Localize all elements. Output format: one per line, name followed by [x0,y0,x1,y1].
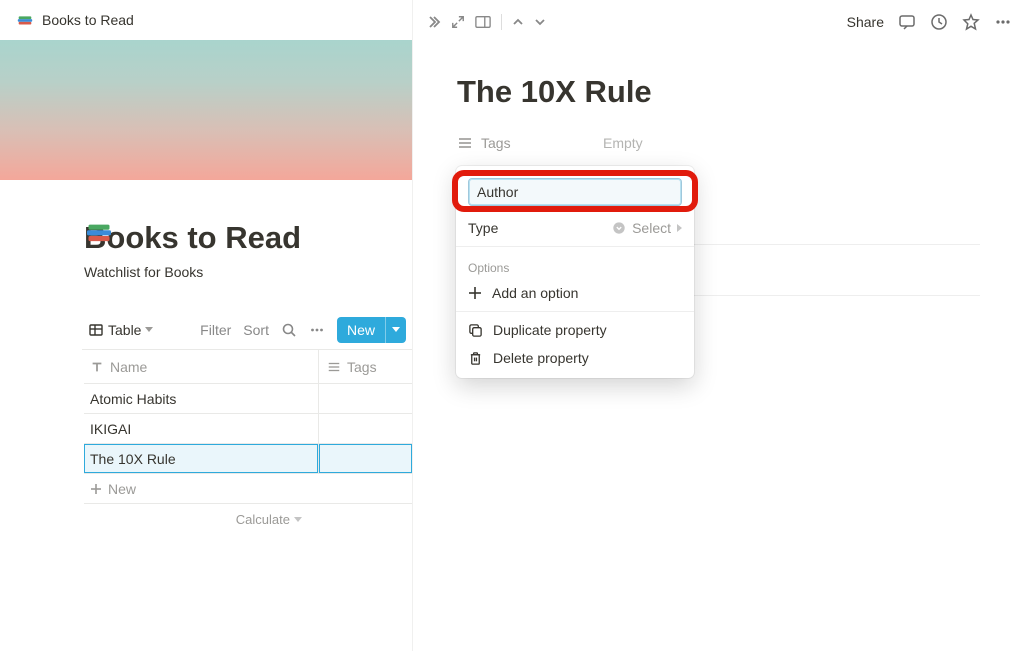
column-header-tags[interactable]: Tags [319,350,412,384]
page-subtitle[interactable]: Watchlist for Books [84,264,412,280]
page-title[interactable]: Books to Read [84,220,412,256]
column-header-name[interactable]: Name [84,350,319,384]
calculate-label: Calculate [236,512,290,527]
column-header-tags-label: Tags [347,359,377,375]
new-row-label: New [108,481,136,497]
breadcrumb[interactable]: Books to Read [0,0,412,40]
prev-page-icon[interactable] [512,16,524,28]
view-tab-table[interactable]: Table [82,318,159,342]
detail-title[interactable]: The 10X Rule [457,74,980,110]
duplicate-icon [468,323,483,338]
column-header-name-label: Name [110,359,147,375]
comments-icon[interactable] [898,13,916,31]
calculate-button[interactable]: Calculate [84,504,412,527]
view-tab-label: Table [108,322,141,338]
plus-icon [90,483,102,495]
type-value: Select [632,220,671,236]
sort-button[interactable]: Sort [243,322,269,338]
divider [501,14,502,30]
chevron-down-icon [392,327,400,332]
chevron-down-icon [294,517,302,522]
search-icon[interactable] [281,322,297,338]
updates-icon[interactable] [930,13,948,31]
collapse-icon[interactable] [425,14,441,30]
table-row[interactable]: The 10X Rule [84,444,412,474]
cell-tags[interactable] [319,444,412,474]
table-row[interactable]: IKIGAI [84,414,412,444]
text-icon [90,360,104,374]
property-row-tags[interactable]: Tags Empty [457,126,980,160]
property-value[interactable]: Empty [603,135,643,151]
expand-icon[interactable] [451,15,465,29]
main-page-panel: Books to Read Watchlist for Books Table … [0,40,412,651]
share-button[interactable]: Share [847,14,884,30]
table-row[interactable]: Atomic Habits [84,384,412,414]
list-icon [457,135,473,151]
page-emoji-icon[interactable] [84,218,114,248]
filter-button[interactable]: Filter [200,322,231,338]
cell-name[interactable]: IKIGAI [84,414,319,444]
more-icon[interactable] [309,322,325,338]
divider [456,311,694,312]
books-icon [16,11,34,29]
duplicate-property-button[interactable]: Duplicate property [456,316,694,344]
add-option-label: Add an option [492,285,578,301]
next-page-icon[interactable] [534,16,546,28]
property-type-row[interactable]: Type Select [456,214,694,242]
delete-label: Delete property [493,350,589,366]
list-icon [327,360,341,374]
new-row[interactable]: New [84,474,412,504]
cell-tags[interactable] [319,384,412,414]
table-icon [88,322,104,338]
trash-icon [468,351,483,366]
new-button[interactable]: New [337,317,406,343]
peek-mode-icon[interactable] [475,15,491,29]
chevron-down-icon [145,327,153,332]
detail-topbar: Share [413,0,1024,44]
cover-image[interactable] [0,40,412,180]
chevron-right-icon [677,224,682,232]
cell-name[interactable]: Atomic Habits [84,384,319,414]
divider [456,246,694,247]
table-header: Name Tags [84,350,412,384]
favorite-icon[interactable] [962,13,980,31]
select-icon [612,221,626,235]
new-button-chevron[interactable] [385,317,406,343]
options-section-label: Options [456,251,694,279]
breadcrumb-title: Books to Read [42,12,134,28]
cell-name[interactable]: The 10X Rule [84,444,319,474]
property-name-input[interactable] [468,178,682,206]
property-edit-popover: Type Select Options Add an option Duplic… [456,166,694,378]
view-controls-bar: Table Filter Sort New [82,310,412,350]
new-button-label: New [337,322,385,338]
type-label: Type [468,220,498,236]
delete-property-button[interactable]: Delete property [456,344,694,372]
more-icon[interactable] [994,13,1012,31]
cell-tags[interactable] [319,414,412,444]
property-label: Tags [481,135,511,151]
duplicate-label: Duplicate property [493,322,607,338]
plus-icon [468,286,482,300]
add-option-button[interactable]: Add an option [456,279,694,307]
